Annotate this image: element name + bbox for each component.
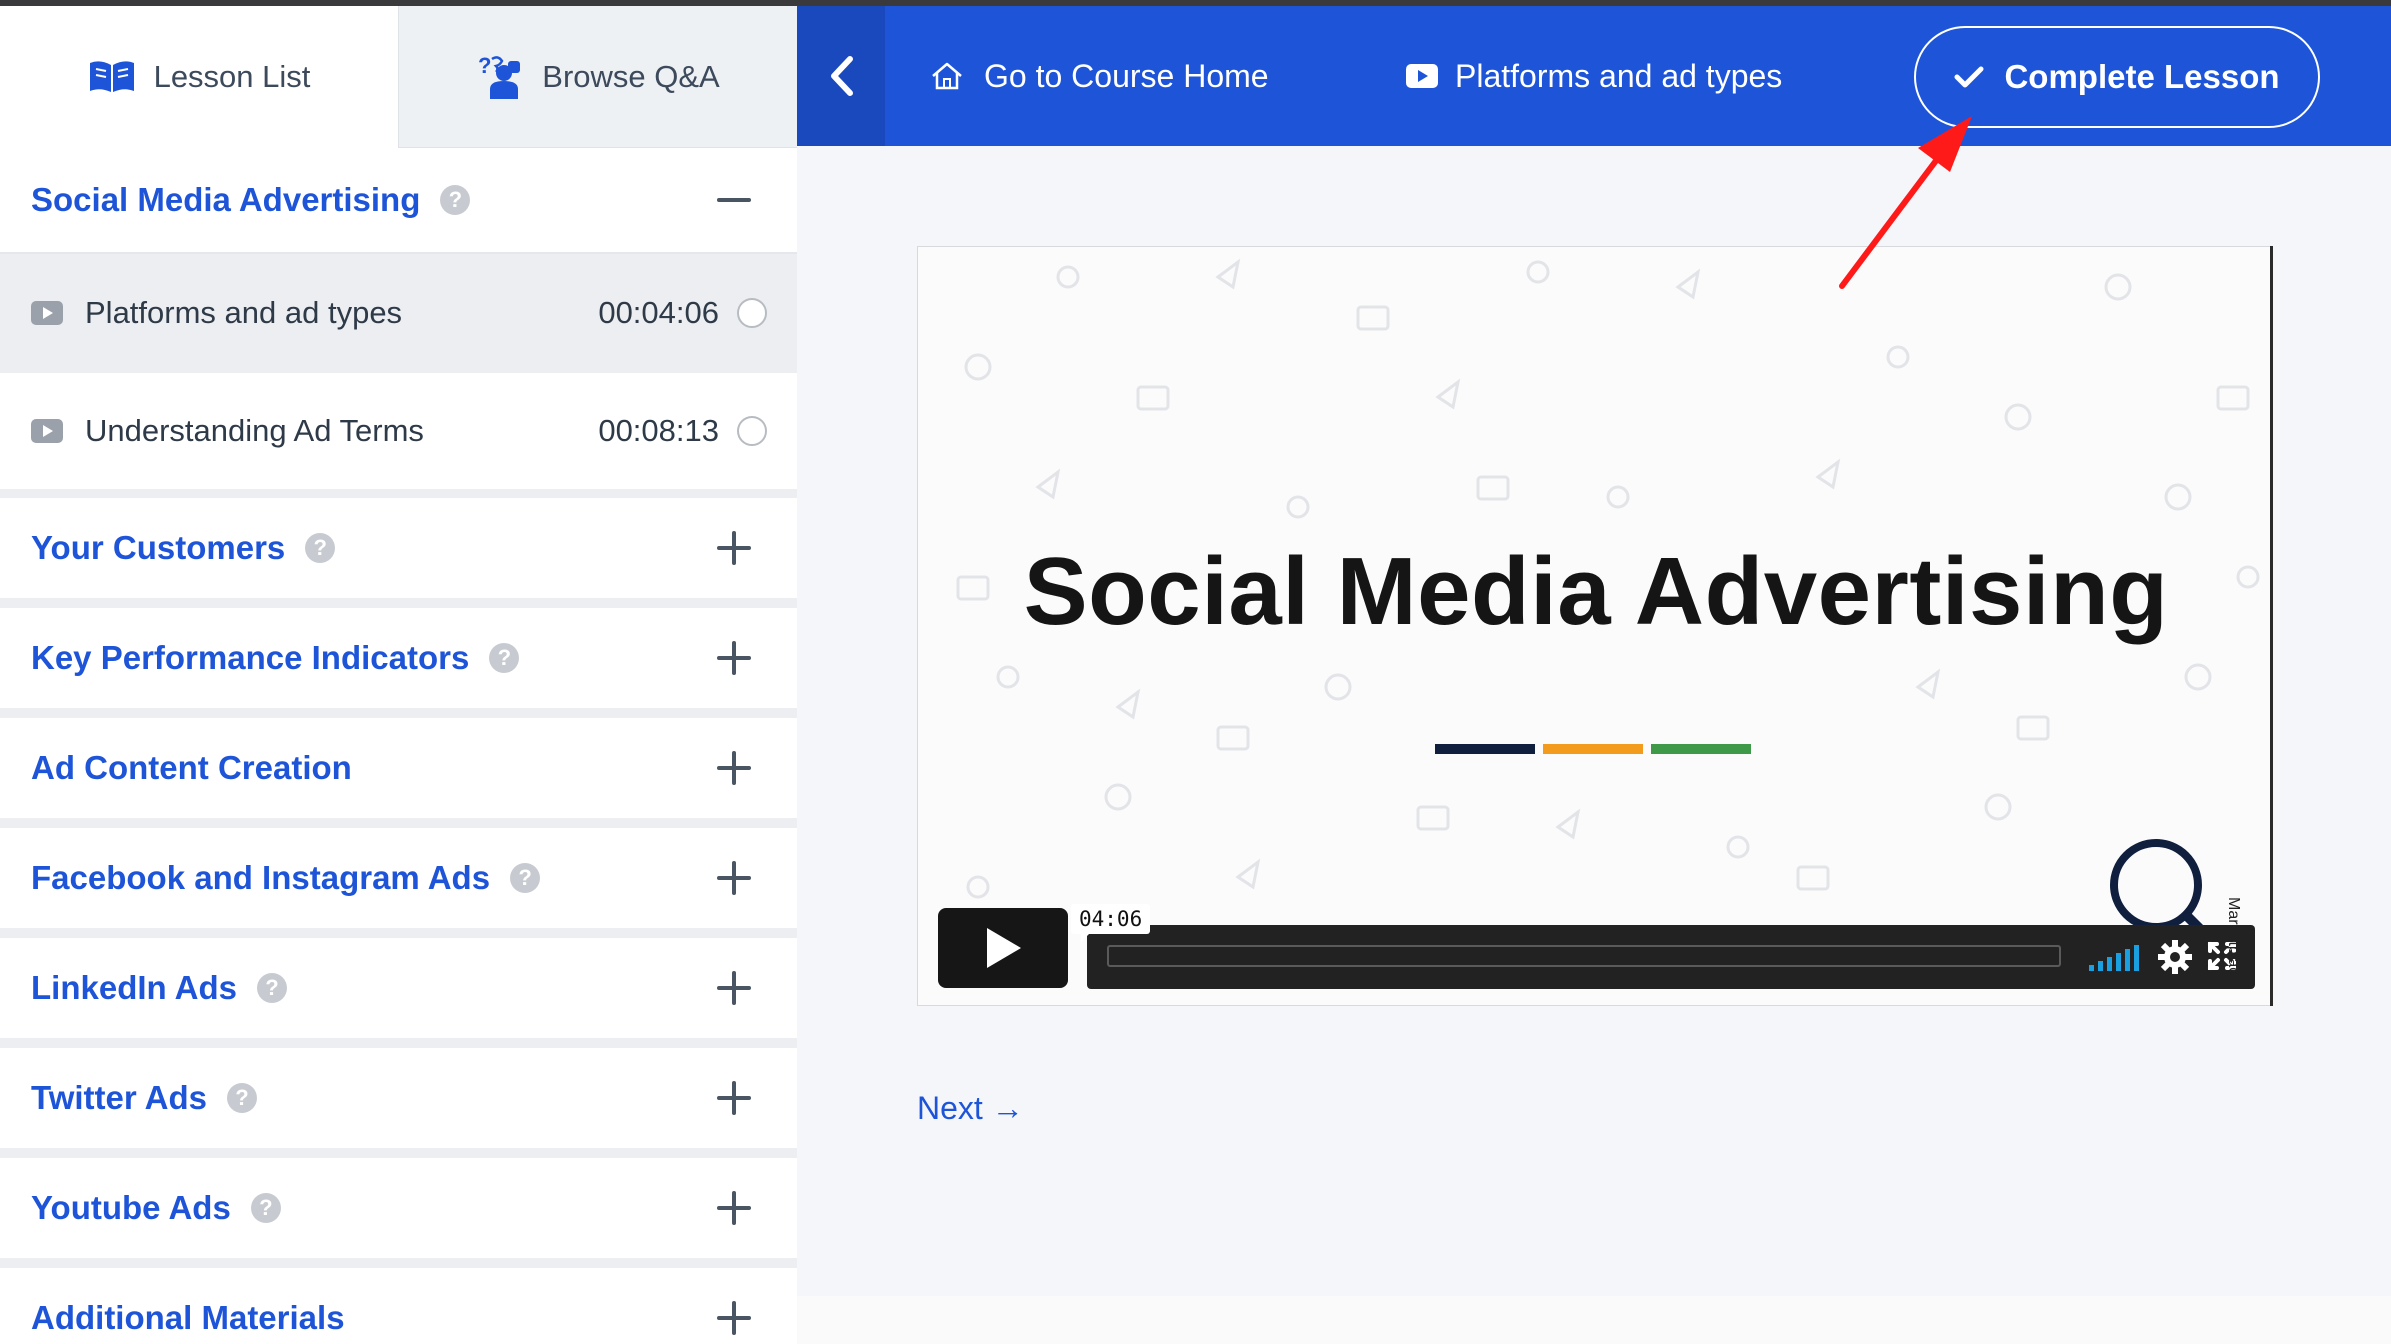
help-icon[interactable]: ?	[510, 863, 541, 893]
expand-icon[interactable]	[717, 1191, 751, 1225]
complete-lesson-button[interactable]: Complete Lesson	[1914, 26, 2320, 128]
volume-control[interactable]	[2089, 943, 2139, 971]
section-title: Facebook and Instagram Ads	[31, 859, 491, 896]
section-your-customers[interactable]: Your Customers ?	[0, 498, 797, 598]
course-home-label: Go to Course Home	[984, 57, 1269, 94]
play-button[interactable]	[938, 908, 1068, 988]
section-title: Youtube Ads	[31, 1189, 231, 1226]
complete-lesson-label: Complete Lesson	[2004, 58, 2280, 95]
section-title: Ad Content Creation	[31, 749, 352, 786]
video-progress-bar[interactable]	[1107, 945, 2061, 967]
checkmark-icon	[1954, 66, 1984, 88]
next-lesson-link[interactable]: Next →	[917, 1090, 1024, 1127]
tab-browse-qa[interactable]: ? Browse Q&A	[398, 6, 797, 148]
top-navbar: Go to Course Home Platforms and ad types…	[885, 6, 2391, 146]
help-icon[interactable]: ?	[305, 533, 336, 563]
expand-icon[interactable]	[717, 531, 751, 565]
sidebar: Lesson List ? Browse Q&A Social Media Ad…	[0, 6, 797, 1344]
chevron-left-icon	[831, 56, 853, 96]
home-icon	[932, 62, 962, 90]
play-icon	[987, 928, 1021, 968]
expand-icon[interactable]	[717, 971, 751, 1005]
expand-icon[interactable]	[717, 751, 751, 785]
video-player[interactable]: Social Media Advertising 04:06 Marketpla…	[917, 246, 2273, 1006]
lesson-complete-checkbox[interactable]	[737, 416, 767, 446]
video-icon	[31, 419, 63, 443]
current-lesson-title: Platforms and ad types	[1455, 57, 1783, 94]
book-icon	[89, 61, 134, 92]
video-icon	[31, 301, 63, 325]
video-watermark: Marketplace	[2225, 897, 2242, 985]
video-play-icon	[1406, 64, 1438, 88]
color-bar-navy	[1435, 744, 1535, 754]
svg-text:?: ?	[478, 53, 491, 78]
tab-lesson-list-label: Lesson List	[153, 59, 311, 94]
help-icon[interactable]: ?	[489, 643, 520, 673]
video-frame-edge	[2270, 246, 2273, 1006]
expand-icon[interactable]	[717, 1081, 751, 1115]
course-home-link[interactable]: Go to Course Home	[930, 6, 1269, 146]
lesson-duration: 00:08:13	[598, 413, 719, 448]
section-title: Twitter Ads	[31, 1079, 208, 1116]
lesson-item-platforms[interactable]: Platforms and ad types 00:04:06	[0, 255, 797, 371]
tab-lesson-list[interactable]: Lesson List	[0, 6, 398, 148]
collapse-sidebar-button[interactable]	[797, 6, 885, 146]
section-additional-materials[interactable]: Additional Materials	[0, 1268, 797, 1344]
lesson-title: Understanding Ad Terms	[85, 413, 424, 448]
color-bar-green	[1651, 744, 1751, 754]
current-lesson-label: Platforms and ad types	[1405, 6, 1782, 146]
section-title: Your Customers	[31, 529, 286, 566]
section-ad-content-creation[interactable]: Ad Content Creation	[0, 718, 797, 818]
help-icon[interactable]: ?	[256, 973, 287, 1003]
lesson-item-ad-terms[interactable]: Understanding Ad Terms 00:08:13	[0, 373, 797, 489]
lesson-title: Platforms and ad types	[85, 295, 403, 330]
title-color-bars	[1435, 744, 1751, 754]
section-title: Social Media Advertising	[31, 181, 421, 218]
section-title: LinkedIn Ads	[31, 969, 237, 1006]
lesson-duration: 00:04:06	[598, 295, 719, 330]
expand-icon[interactable]	[717, 641, 751, 675]
section-title: Additional Materials	[31, 1299, 345, 1336]
tab-browse-qa-label: Browse Q&A	[542, 58, 720, 94]
section-social-media-advertising[interactable]: Social Media Advertising ?	[0, 148, 797, 254]
section-title: Key Performance Indicators	[31, 639, 470, 676]
lesson-complete-checkbox[interactable]	[737, 298, 767, 328]
collapse-icon[interactable]	[717, 183, 751, 217]
sidebar-tabs: Lesson List ? Browse Q&A	[0, 6, 797, 148]
section-youtube-ads[interactable]: Youtube Ads ?	[0, 1158, 797, 1258]
video-controls-bar	[1087, 925, 2255, 989]
color-bar-orange	[1543, 744, 1643, 754]
help-icon[interactable]: ?	[227, 1083, 258, 1113]
section-key-performance-indicators[interactable]: Key Performance Indicators ?	[0, 608, 797, 708]
section-linkedin-ads[interactable]: LinkedIn Ads ?	[0, 938, 797, 1038]
section-facebook-instagram-ads[interactable]: Facebook and Instagram Ads ?	[0, 828, 797, 928]
video-slide-title: Social Media Advertising	[1023, 538, 2169, 645]
section-twitter-ads[interactable]: Twitter Ads ?	[0, 1048, 797, 1148]
settings-gear-icon[interactable]	[2157, 939, 2193, 975]
help-icon[interactable]: ?	[440, 185, 471, 215]
content-footer-band	[797, 1296, 2391, 1344]
qa-icon: ?	[478, 53, 521, 99]
help-icon[interactable]: ?	[250, 1193, 281, 1223]
video-time-tooltip: 04:06	[1071, 904, 1151, 942]
expand-icon[interactable]	[717, 1301, 751, 1335]
expand-icon[interactable]	[717, 861, 751, 895]
